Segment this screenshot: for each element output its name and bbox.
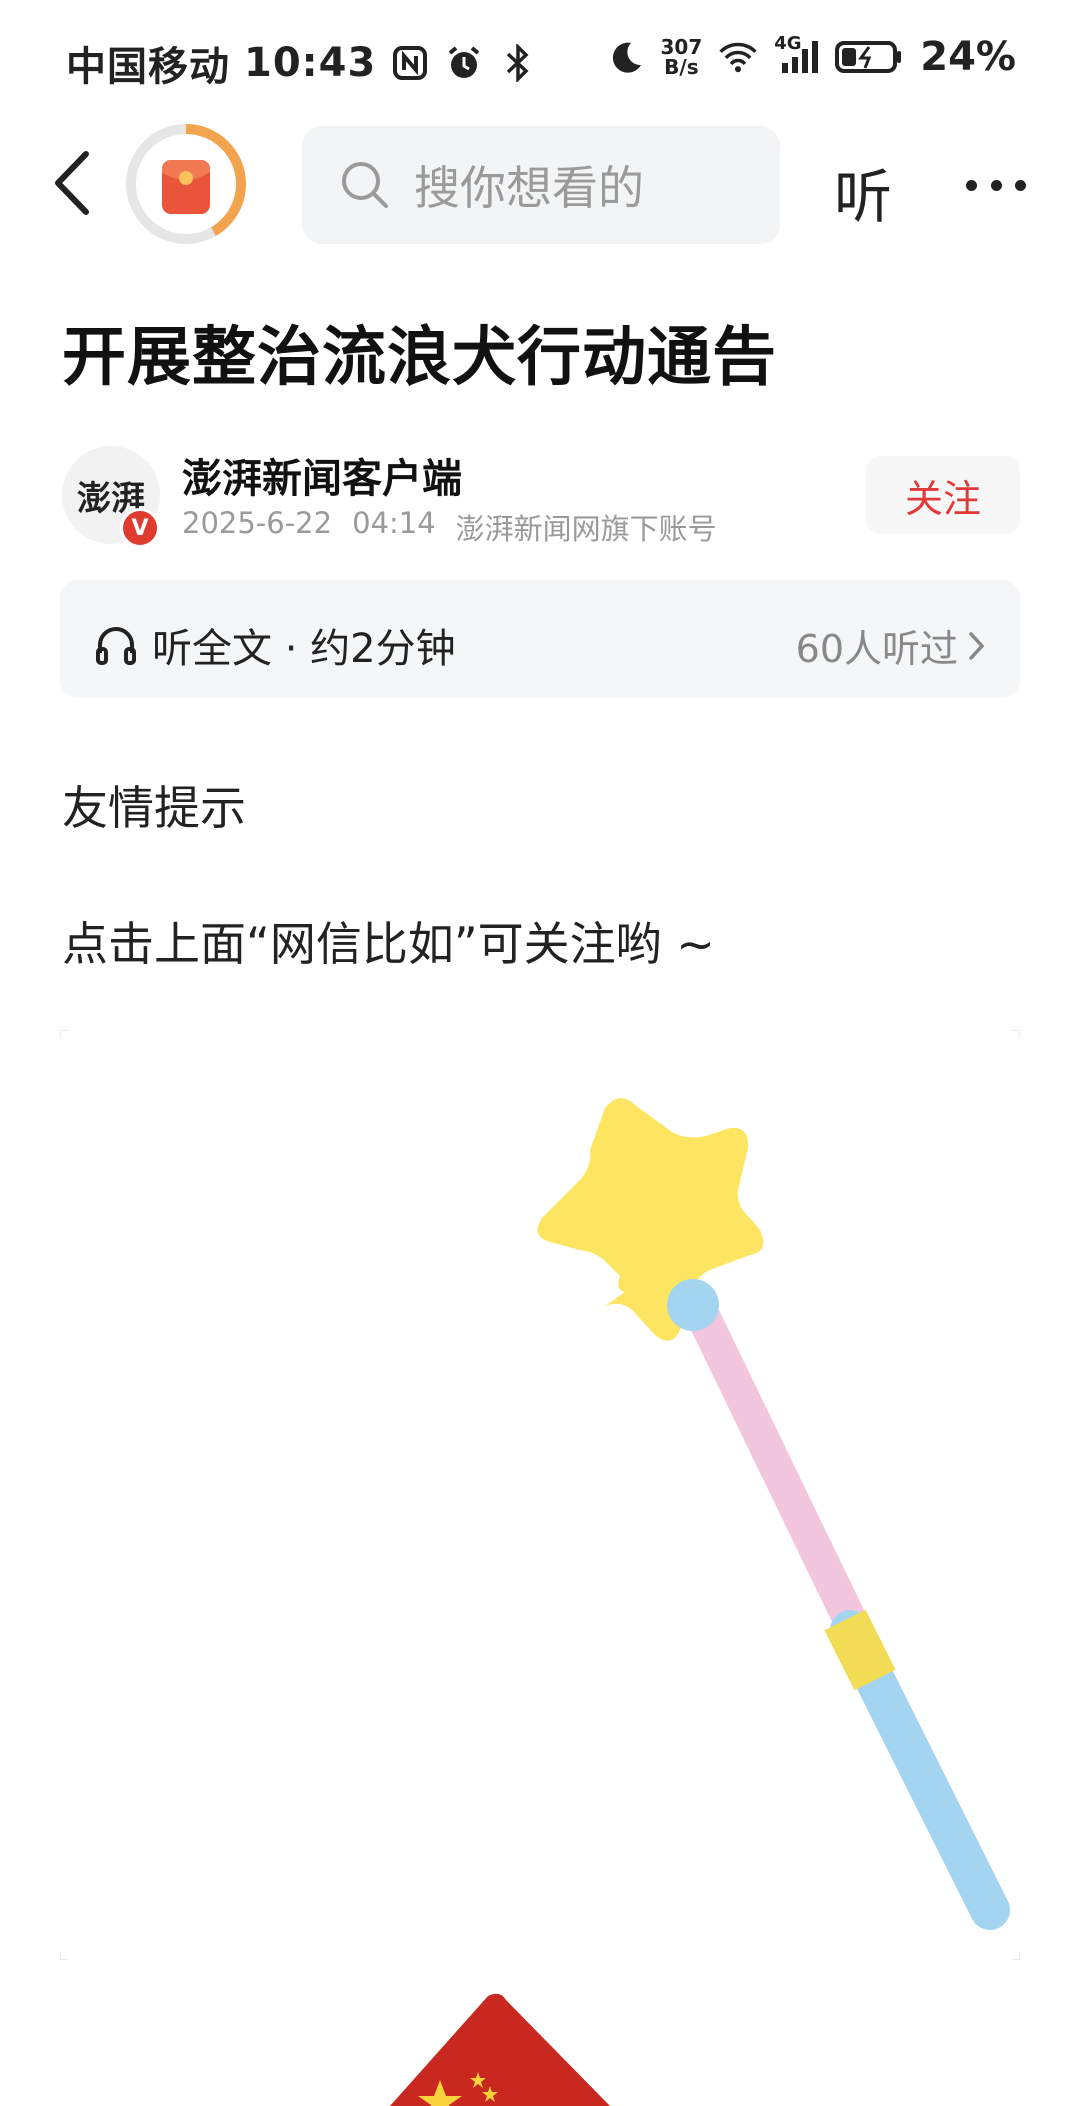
listeners-count: 60人听过: [795, 627, 958, 671]
publish-time: 04:14: [352, 506, 436, 540]
follow-button[interactable]: 关注: [866, 456, 1020, 534]
moon-icon: [605, 37, 645, 77]
chinese-flag-image: [390, 1993, 610, 2106]
wifi-icon: [718, 37, 758, 77]
chevron-left-icon: [55, 151, 89, 215]
search-input[interactable]: 搜你想看的: [302, 126, 780, 244]
nfc-icon: [390, 43, 430, 83]
listen-full-label: 听全文 · 约2分钟: [152, 626, 456, 672]
signal-indicator: 4G: [774, 33, 819, 75]
search-placeholder: 搜你想看的: [414, 161, 644, 215]
network-type: 4G: [774, 33, 802, 54]
article-meta: 2025-6-22 04:14 澎湃新闻网旗下账号: [182, 506, 717, 548]
clock-label: 10:43: [244, 40, 377, 86]
paragraph-follow-hint: 点击上面“网信比如”可关注哟 ~: [62, 917, 715, 971]
net-speed-value: 307: [660, 35, 703, 59]
listen-button[interactable]: 听: [834, 150, 892, 234]
status-bar: 中国移动 10:43 307 B/s 4G 24%: [0, 0, 1080, 110]
net-speed: 307 B/s: [661, 37, 703, 77]
red-envelope-icon: [162, 159, 210, 214]
status-left: 中国移动 10:43: [66, 34, 538, 92]
status-right: 307 B/s 4G 24%: [605, 33, 1016, 80]
flag-illustration: [380, 1990, 640, 2106]
magic-wand-illustration: [59, 1029, 1021, 1961]
red-packet-button[interactable]: [136, 134, 236, 234]
article-title: 开展整治流浪犬行动通告: [62, 321, 777, 395]
author-name[interactable]: 澎湃新闻客户端: [182, 446, 462, 504]
chevron-right-icon: [969, 631, 985, 660]
more-menu-icon[interactable]: [966, 180, 1026, 192]
author-source: 澎湃新闻网旗下账号: [455, 512, 717, 546]
bluetooth-icon: [498, 43, 538, 83]
listen-full-bar[interactable]: 听全文 · 约2分钟 60人听过: [60, 580, 1020, 698]
listeners-link[interactable]: 60人听过: [796, 618, 986, 673]
alarm-icon: [444, 43, 484, 83]
headphones-icon: [96, 627, 136, 665]
search-icon: [342, 162, 388, 208]
back-button[interactable]: [48, 148, 98, 218]
magic-wand-image: [59, 1029, 1021, 1961]
publish-date: 2025-6-22: [182, 506, 333, 540]
listen-full-left: 听全文 · 约2分钟: [94, 616, 456, 674]
net-speed-unit: B/s: [664, 55, 699, 79]
battery-icon: [834, 37, 904, 77]
paragraph-tip-heading: 友情提示: [62, 781, 246, 835]
verified-badge-icon: V: [120, 508, 160, 548]
battery-level: 24%: [920, 34, 1016, 80]
carrier-label: 中国移动: [66, 44, 230, 90]
